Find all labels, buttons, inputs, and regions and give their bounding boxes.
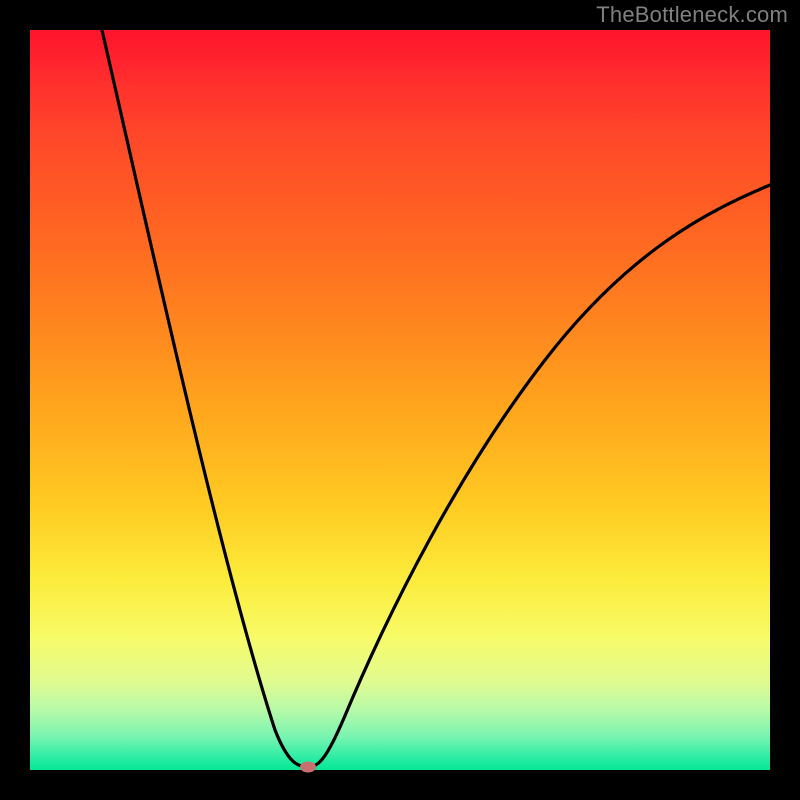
outer-frame: TheBottleneck.com xyxy=(0,0,800,800)
chart-plot-area xyxy=(30,30,770,770)
chart-curve-layer xyxy=(30,30,770,770)
bottleneck-curve xyxy=(102,30,770,767)
minimum-marker xyxy=(300,762,316,773)
watermark-label: TheBottleneck.com xyxy=(596,2,788,28)
